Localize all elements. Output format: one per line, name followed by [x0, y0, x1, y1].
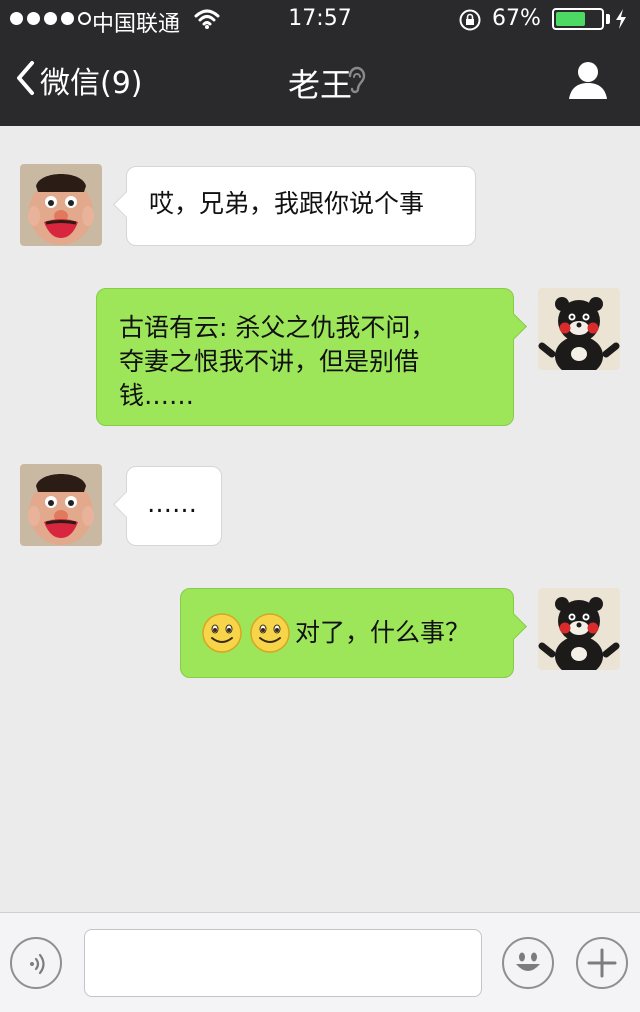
voice-icon [24, 951, 50, 981]
message-bubble-received[interactable]: 哎，兄弟，我跟你说个事 [113, 166, 476, 246]
self-avatar[interactable] [538, 588, 620, 670]
charging-icon [614, 8, 628, 36]
plus-icon [586, 947, 618, 983]
bubble-tail [500, 313, 527, 340]
message-text: 哎，兄弟，我跟你说个事 [149, 189, 425, 218]
voice-button[interactable] [10, 937, 62, 989]
message-bubble-sent[interactable]: 对了，什么事？ [180, 588, 527, 678]
emoji-button[interactable] [502, 937, 554, 989]
message-bubble-received[interactable]: …… [113, 466, 222, 546]
message-text: …… [147, 489, 197, 518]
status-bar: 中国联通 17:57 67% [0, 0, 640, 40]
bubble-tail [113, 191, 140, 218]
message-text-line: 古语有云: 杀父之仇我不问， [119, 313, 436, 342]
earpiece-mode-icon [346, 64, 368, 100]
battery-cap [606, 14, 610, 24]
message-bubble-sent[interactable]: 古语有云: 杀父之仇我不问， 夺妻之恨我不讲，但是别借 钱…… [96, 288, 527, 426]
status-time: 17:57 [288, 6, 352, 31]
bubble-tail [500, 613, 527, 640]
self-avatar[interactable] [538, 288, 620, 370]
more-button[interactable] [576, 937, 628, 989]
battery-icon [552, 8, 604, 30]
top-bar: 中国联通 17:57 67% 微信(9) 老王 [0, 0, 640, 126]
message-text-line: 钱…… [119, 381, 195, 410]
nav-bar: 微信(9) 老王 [0, 40, 640, 126]
input-bar [0, 912, 640, 1012]
contact-avatar[interactable] [20, 464, 102, 546]
message-text: 对了，什么事？ [295, 618, 471, 647]
chat-title: 老王 [287, 66, 352, 104]
bubble-tail [113, 491, 140, 518]
message-text-line: 夺妻之恨我不讲，但是别借 [119, 347, 420, 376]
battery-percentage: 67% [492, 6, 541, 31]
contact-avatar[interactable] [20, 164, 102, 246]
smile-emoji-icon [249, 612, 291, 654]
rotation-lock-icon [458, 8, 482, 38]
battery-level [556, 12, 586, 26]
emoji-icon [510, 945, 546, 985]
smile-emoji-icon [201, 612, 243, 654]
chat-area[interactable]: 哎，兄弟，我跟你说个事 古语有云: 杀父之仇我不问， 夺妻之恨我不讲，但是别借 … [0, 126, 640, 912]
message-input[interactable] [84, 929, 482, 997]
contact-profile-icon[interactable] [566, 60, 610, 104]
